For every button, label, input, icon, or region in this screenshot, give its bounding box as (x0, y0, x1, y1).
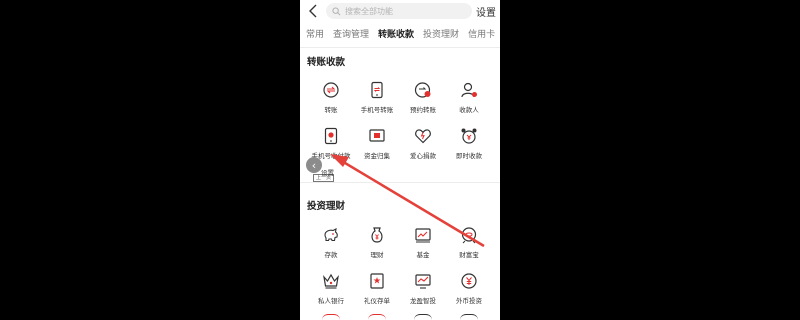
transfer-section-title: 转账收款 (307, 57, 346, 68)
search-input[interactable] (345, 6, 465, 16)
deposit-label: 存款 (324, 251, 338, 259)
fund-collection-button[interactable]: 资金归集 (354, 121, 400, 167)
invest-grid: 存款 理财 基金 财富宝 私人银行 礼仪存单 龙盈智投 外币投资 (308, 220, 492, 312)
scheduled-transfer-icon (414, 81, 432, 99)
wealth-treasure-button[interactable]: 财富宝 (446, 220, 492, 266)
wealth-treasure-label: 财富宝 (459, 251, 479, 259)
instant-receipt-button[interactable]: 即时收款 (446, 121, 492, 167)
gift-certificate-icon (368, 272, 386, 290)
private-bank-button[interactable]: 私人银行 (308, 266, 354, 312)
smart-invest-icon (414, 272, 432, 290)
instant-receipt-label: 即时收款 (456, 152, 482, 160)
partial-icon (322, 314, 340, 320)
tab-investment[interactable]: 投资理财 (423, 28, 459, 46)
scheduled-transfer-label: 预约转账 (410, 106, 436, 114)
back-icon[interactable] (306, 3, 322, 19)
fund-collection-icon (368, 127, 386, 145)
partial-icon (414, 314, 432, 320)
phone-payment-icon (322, 127, 340, 145)
wealth-button[interactable]: 理财 (354, 220, 400, 266)
phone-transfer-button[interactable]: 手机号转账 (354, 75, 400, 121)
transfer-icon (322, 81, 340, 99)
private-bank-icon (322, 272, 340, 290)
phone-screen: 设置 常用 查询管理 转账收款 投资理财 信用卡 转账收款 转账 手机号转账 预… (300, 0, 500, 320)
phone-transfer-icon (368, 81, 386, 99)
tabs-divider (300, 47, 500, 48)
transfer-grid: 转账 手机号转账 预约转账 收款人 手机号收付款 资金归集 爱心捐款 即时收款 (308, 75, 492, 167)
wealth-label: 理财 (370, 251, 384, 259)
wealth-icon (368, 226, 386, 244)
next-row-partial (308, 312, 492, 320)
gift-certificate-button[interactable]: 礼仪存单 (354, 266, 400, 312)
smart-invest-button[interactable]: 龙盈智投 (400, 266, 446, 312)
instant-receipt-icon (460, 127, 478, 145)
search-bar[interactable] (326, 3, 472, 19)
fund-icon (414, 226, 432, 244)
invest-section-title: 投资理财 (307, 201, 346, 212)
previous-page-button[interactable]: ‹ (306, 157, 322, 173)
phone-payment-sub-label: 设置 (321, 169, 334, 177)
foreign-currency-icon (460, 272, 478, 290)
tab-query-management[interactable]: 查询管理 (333, 28, 369, 46)
fund-label: 基金 (416, 251, 430, 259)
payee-button[interactable]: 收款人 (446, 75, 492, 121)
heart-donation-icon (414, 127, 432, 145)
settings-button[interactable]: 设置 (476, 4, 496, 19)
foreign-currency-button[interactable]: 外币投资 (446, 266, 492, 312)
phone-transfer-label: 手机号转账 (360, 106, 394, 114)
smart-invest-label: 龙盈智投 (410, 297, 436, 305)
search-icon (332, 6, 341, 15)
deposit-button[interactable]: 存款 (308, 220, 354, 266)
foreign-currency-label: 外币投资 (456, 297, 482, 305)
payee-label: 收款人 (459, 106, 479, 114)
gift-certificate-label: 礼仪存单 (364, 297, 390, 305)
partial-icon (368, 314, 386, 320)
private-bank-label: 私人银行 (318, 297, 344, 305)
payee-icon (460, 81, 478, 99)
tab-credit-card[interactable]: 信用卡 (468, 28, 495, 46)
fund-button[interactable]: 基金 (400, 220, 446, 266)
wealth-treasure-icon (460, 226, 478, 244)
category-tabs: 常用 查询管理 转账收款 投资理财 信用卡 (300, 28, 500, 46)
chevron-left-icon: ‹ (311, 158, 317, 172)
fund-collection-label: 资金归集 (364, 152, 390, 160)
heart-donation-button[interactable]: 爱心捐款 (400, 121, 446, 167)
transfer-label: 转账 (324, 106, 338, 114)
tab-transfer[interactable]: 转账收款 (378, 28, 414, 46)
section-divider (300, 182, 500, 183)
partial-icon (460, 314, 478, 320)
deposit-icon (322, 226, 340, 244)
top-bar: 设置 (300, 0, 500, 24)
heart-donation-label: 爱心捐款 (410, 152, 436, 160)
tab-common[interactable]: 常用 (306, 28, 324, 46)
scheduled-transfer-button[interactable]: 预约转账 (400, 75, 446, 121)
transfer-button[interactable]: 转账 (308, 75, 354, 121)
